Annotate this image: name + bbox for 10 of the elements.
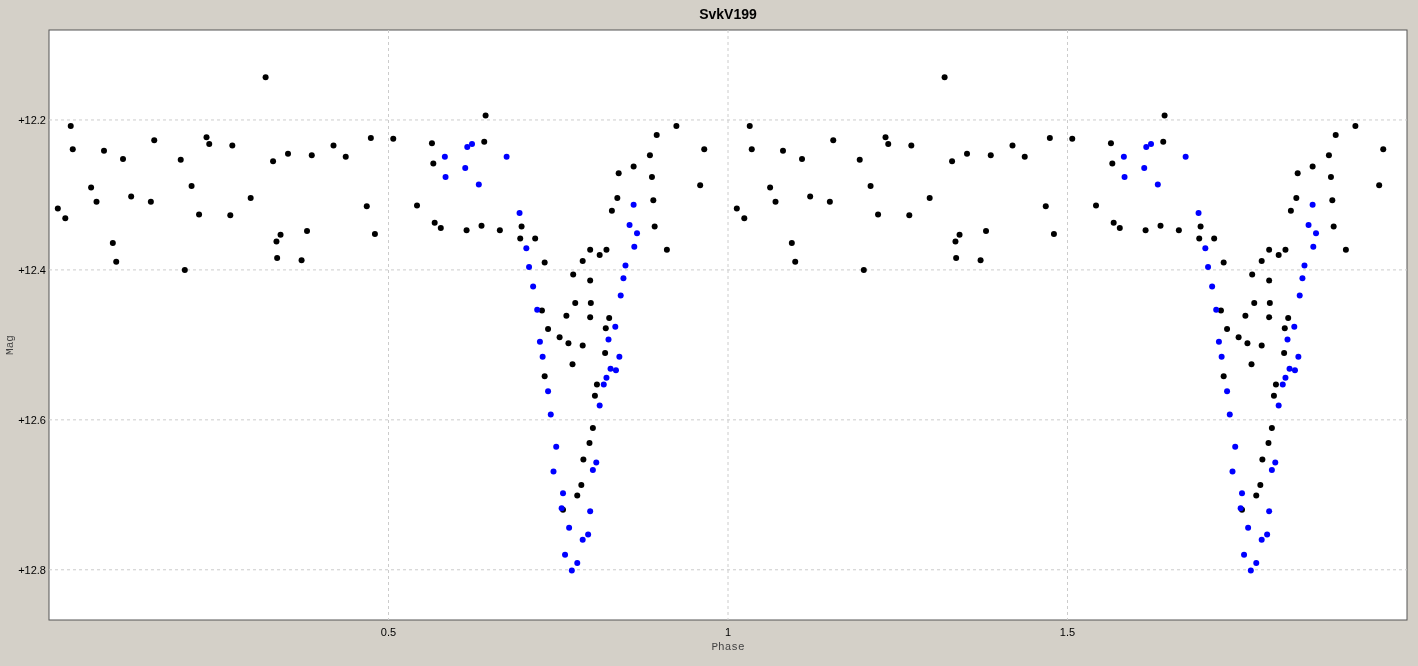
axis-tick-label: +12.2 <box>18 113 46 126</box>
chart-title: SvkV199 <box>699 6 757 22</box>
axis-tick-label: 1 <box>724 626 732 638</box>
axis-title: Mag <box>4 335 16 355</box>
axis-tick-label: +12.4 <box>18 263 46 276</box>
axis-title: Phase <box>711 641 745 653</box>
axis-tick-label: +12.8 <box>18 563 46 576</box>
axis-tick-label: +12.6 <box>18 413 46 426</box>
axis-tick-label: 1.5 <box>1059 626 1076 638</box>
axis-tick-label: 0.5 <box>380 626 397 638</box>
